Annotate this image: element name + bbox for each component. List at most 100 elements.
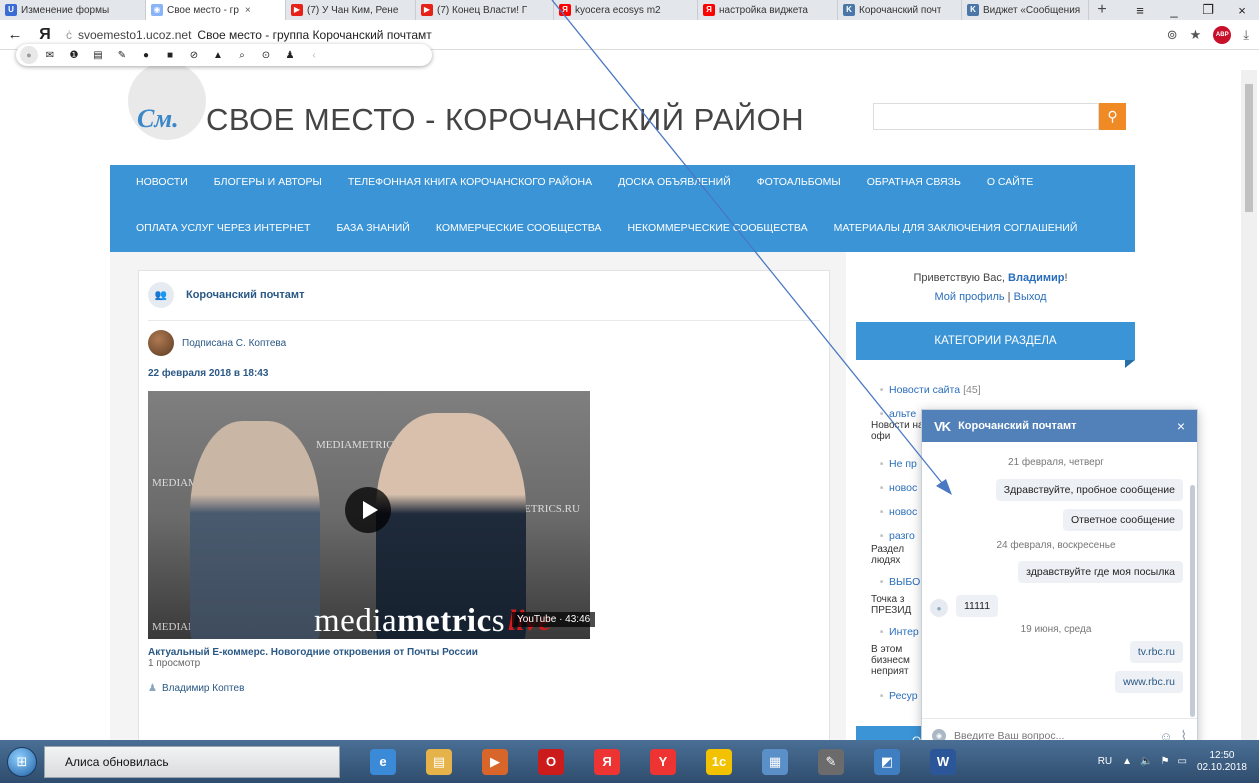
toolbar-icon[interactable]: ▲ — [206, 50, 230, 61]
post-date[interactable]: 22 февраля 2018 в 18:43 — [148, 368, 268, 379]
site-search-input[interactable] — [873, 103, 1099, 130]
browser-tab[interactable]: ▶ (7) Конец Власти! Г — [416, 0, 554, 20]
nav-item[interactable]: База знаний — [323, 222, 422, 234]
toolbar-icon[interactable]: ⊙ — [254, 50, 278, 61]
tray-icon[interactable]: ▭ — [1177, 756, 1186, 767]
taskbar-app[interactable]: ✎ — [806, 743, 856, 781]
nav-item[interactable]: О сайте — [974, 176, 1046, 188]
toolbar-icon[interactable]: ▤ — [86, 50, 110, 61]
category-label[interactable]: Ресур — [889, 690, 918, 702]
nav-item[interactable]: Коммерческие сообщества — [423, 222, 615, 234]
bookmark-star-icon[interactable]: ★ — [1190, 27, 1202, 43]
category-link[interactable]: разго — [880, 530, 915, 542]
site-search-button[interactable]: ⚲ — [1099, 103, 1126, 130]
group-name[interactable]: Корочанский почтамт — [186, 289, 304, 301]
taskbar-app[interactable]: ▤ — [414, 743, 464, 781]
browser-tab[interactable]: K Корочанский почт — [838, 0, 962, 20]
browser-menu-icon[interactable]: ≡ — [1123, 0, 1157, 20]
new-tab-button[interactable]: + — [1089, 0, 1115, 20]
clock[interactable]: 12:50 02.10.2018 — [1197, 750, 1247, 774]
chevron-left-icon[interactable]: ‹ — [302, 50, 326, 61]
logout-link[interactable]: Выход — [1014, 291, 1047, 303]
alice-notification[interactable]: Алиса обновилась — [44, 745, 340, 778]
category-label[interactable]: ВЫБО — [889, 576, 920, 588]
category-label[interactable]: Не пр — [889, 458, 917, 470]
video-title[interactable]: Актуальный Е-коммерс. Новогодние открове… — [148, 647, 478, 658]
start-button[interactable]: ⊞ — [0, 742, 44, 782]
minimize-icon[interactable]: _ — [1157, 0, 1191, 20]
author-name[interactable]: Владимир Коптев — [162, 683, 244, 694]
vk-scrollbar[interactable] — [1190, 485, 1195, 717]
taskbar-app[interactable]: 1c — [694, 743, 744, 781]
toolbar-icon[interactable]: ● — [134, 50, 158, 61]
tray-icon[interactable]: 🔈 — [1140, 756, 1152, 767]
vk-outgoing-message[interactable]: www.rbc.ru — [1115, 671, 1183, 693]
nav-item[interactable]: Новости — [110, 176, 201, 188]
nav-item[interactable]: Материалы для заключения соглашений — [821, 222, 1091, 234]
taskbar-app[interactable]: ▦ — [750, 743, 800, 781]
post-signed[interactable]: Подписана С. Коптева — [148, 330, 286, 356]
taskbar-app[interactable]: ▶ — [470, 743, 520, 781]
nav-item[interactable]: Некоммерческие сообщества — [614, 222, 820, 234]
nav-item[interactable]: Телефонная книга Корочанского района — [335, 176, 605, 188]
vk-outgoing-message[interactable]: tv.rbc.ru — [1129, 641, 1183, 663]
toolbar-icon[interactable]: ■ — [158, 50, 182, 61]
vk-widget-header[interactable]: VK Корочанский почтамт × — [922, 410, 1197, 442]
toolbar-icon[interactable]: ⌕ — [230, 50, 254, 61]
category-label[interactable]: альте — [889, 408, 916, 420]
category-label[interactable]: новос — [889, 506, 917, 518]
signed-by[interactable]: Подписана С. Коптева — [182, 338, 286, 349]
taskbar-app[interactable]: e — [358, 743, 408, 781]
toolbar-icon[interactable]: ❶ — [62, 50, 86, 61]
video-author[interactable]: ♟ Владимир Коптев — [148, 683, 244, 694]
back-button[interactable]: ← — [0, 26, 30, 43]
browser-tab[interactable]: ◉ Свое место - гр × — [146, 0, 286, 20]
category-link[interactable]: ВЫБО — [880, 576, 920, 588]
nav-item[interactable]: Оплата услуг через интернет — [110, 222, 323, 234]
tray-icon[interactable]: ▲ — [1122, 756, 1132, 767]
toolbar-icon[interactable]: ✎ — [110, 50, 134, 61]
nav-item[interactable]: Фотоальбомы — [744, 176, 854, 188]
download-icon[interactable]: ⤓ — [1243, 27, 1249, 43]
play-button[interactable] — [345, 487, 391, 533]
category-link[interactable]: альте — [880, 408, 916, 420]
tray-icon[interactable]: ⚑ — [1161, 756, 1170, 767]
taskbar-app[interactable]: Я — [582, 743, 632, 781]
taskbar-app[interactable]: Y — [638, 743, 688, 781]
browser-tab[interactable]: K Виджет «Сообщения — [962, 0, 1089, 20]
taskbar-app[interactable]: ◩ — [862, 743, 912, 781]
toolbar-icon[interactable]: ♟ — [278, 50, 302, 61]
page-scrollbar[interactable] — [1241, 70, 1257, 740]
taskbar-app[interactable]: W — [918, 743, 968, 781]
browser-tab[interactable]: ▶ (7) У Чан Ким, Рене — [286, 0, 416, 20]
browser-tab[interactable]: U Изменение формы — [0, 0, 146, 20]
close-window-icon[interactable]: × — [1225, 0, 1259, 20]
browser-tab[interactable]: Янастройка виджета — [698, 0, 838, 20]
category-label[interactable]: Новости сайта — [889, 384, 960, 396]
user-icon[interactable]: ● — [20, 46, 38, 64]
avatar[interactable] — [148, 330, 174, 356]
close-icon[interactable]: × — [1177, 418, 1185, 434]
scrollbar-thumb[interactable] — [1245, 84, 1253, 212]
language-indicator[interactable]: RU — [1098, 756, 1112, 767]
nav-item[interactable]: Обратная связь — [854, 176, 974, 188]
toolbar-icon[interactable]: ⊘ — [182, 50, 206, 61]
category-link[interactable]: Ресур — [880, 690, 918, 702]
category-label[interactable]: Интер — [889, 626, 919, 638]
extension-icon[interactable]: ⊚ — [1167, 27, 1178, 43]
post-group-header[interactable]: 👥 Корочанский почтамт — [148, 282, 304, 308]
category-link[interactable]: Интер — [880, 626, 919, 638]
category-label[interactable]: новос — [889, 482, 917, 494]
profile-link[interactable]: Мой профиль — [934, 291, 1004, 303]
restore-icon[interactable]: ❐ — [1191, 0, 1225, 20]
category-label[interactable]: разго — [889, 530, 915, 542]
close-tab-icon[interactable]: × — [245, 5, 251, 16]
nav-item[interactable]: Блогеры и авторы — [201, 176, 335, 188]
greeting-user[interactable]: Владимир — [1008, 272, 1064, 284]
nav-item[interactable]: Доска объявлений — [605, 176, 744, 188]
category-link[interactable]: Не пр — [880, 458, 917, 470]
category-link[interactable]: новос — [880, 482, 917, 494]
taskbar-app[interactable]: O — [526, 743, 576, 781]
url-field[interactable]: ċ svoemesto1.ucoz.net Свое место - групп… — [60, 24, 1157, 46]
category-link[interactable]: Новости сайта[45] — [880, 384, 981, 396]
